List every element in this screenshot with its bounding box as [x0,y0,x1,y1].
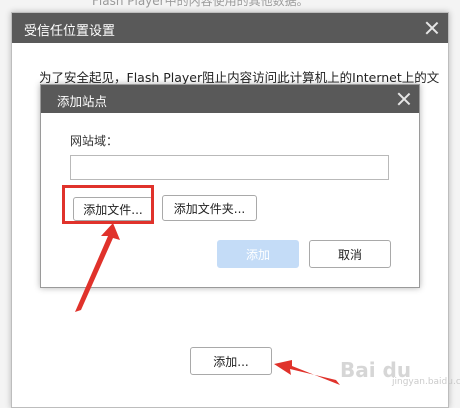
annotation-arrows [75,223,340,385]
watermark-url: jingyan.baidu.com [392,377,460,387]
arrow-to-add-file [75,223,120,312]
arrow-to-outer-add [274,360,340,385]
